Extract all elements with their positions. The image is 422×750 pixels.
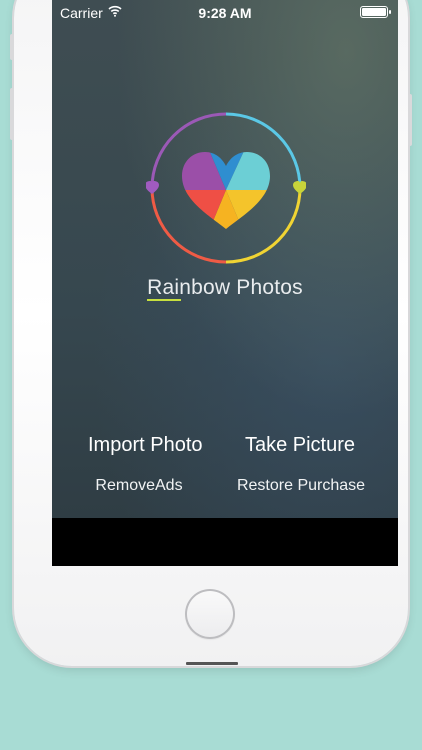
remove-ads-button[interactable]: RemoveAds (88, 477, 190, 495)
take-picture-button[interactable]: Take Picture (244, 434, 356, 457)
status-bar: Carrier 9:28 AM (52, 0, 398, 25)
phone-frame: Carrier 9:28 AM Rainbow Photos Import Ph… (10, 0, 412, 666)
power-button (408, 94, 412, 146)
home-button[interactable] (185, 589, 235, 639)
rainbow-heart-logo (146, 112, 306, 264)
title-underline (147, 299, 181, 301)
import-photo-button[interactable]: Import Photo (88, 434, 203, 457)
restore-purchase-button[interactable]: Restore Purchase (234, 477, 368, 495)
app-title: Rainbow Photos (147, 276, 303, 299)
bottom-edge (186, 662, 238, 665)
volume-up-button (10, 88, 14, 140)
phone-screen: Carrier 9:28 AM Rainbow Photos Import Ph… (52, 0, 398, 566)
app-store-screenshot: Carrier 9:28 AM Rainbow Photos Import Ph… (0, 0, 422, 750)
mute-switch (10, 34, 14, 60)
app-background: Carrier 9:28 AM Rainbow Photos Import Ph… (52, 0, 398, 518)
battery-icon (360, 6, 391, 18)
status-time: 9:28 AM (198, 5, 252, 21)
